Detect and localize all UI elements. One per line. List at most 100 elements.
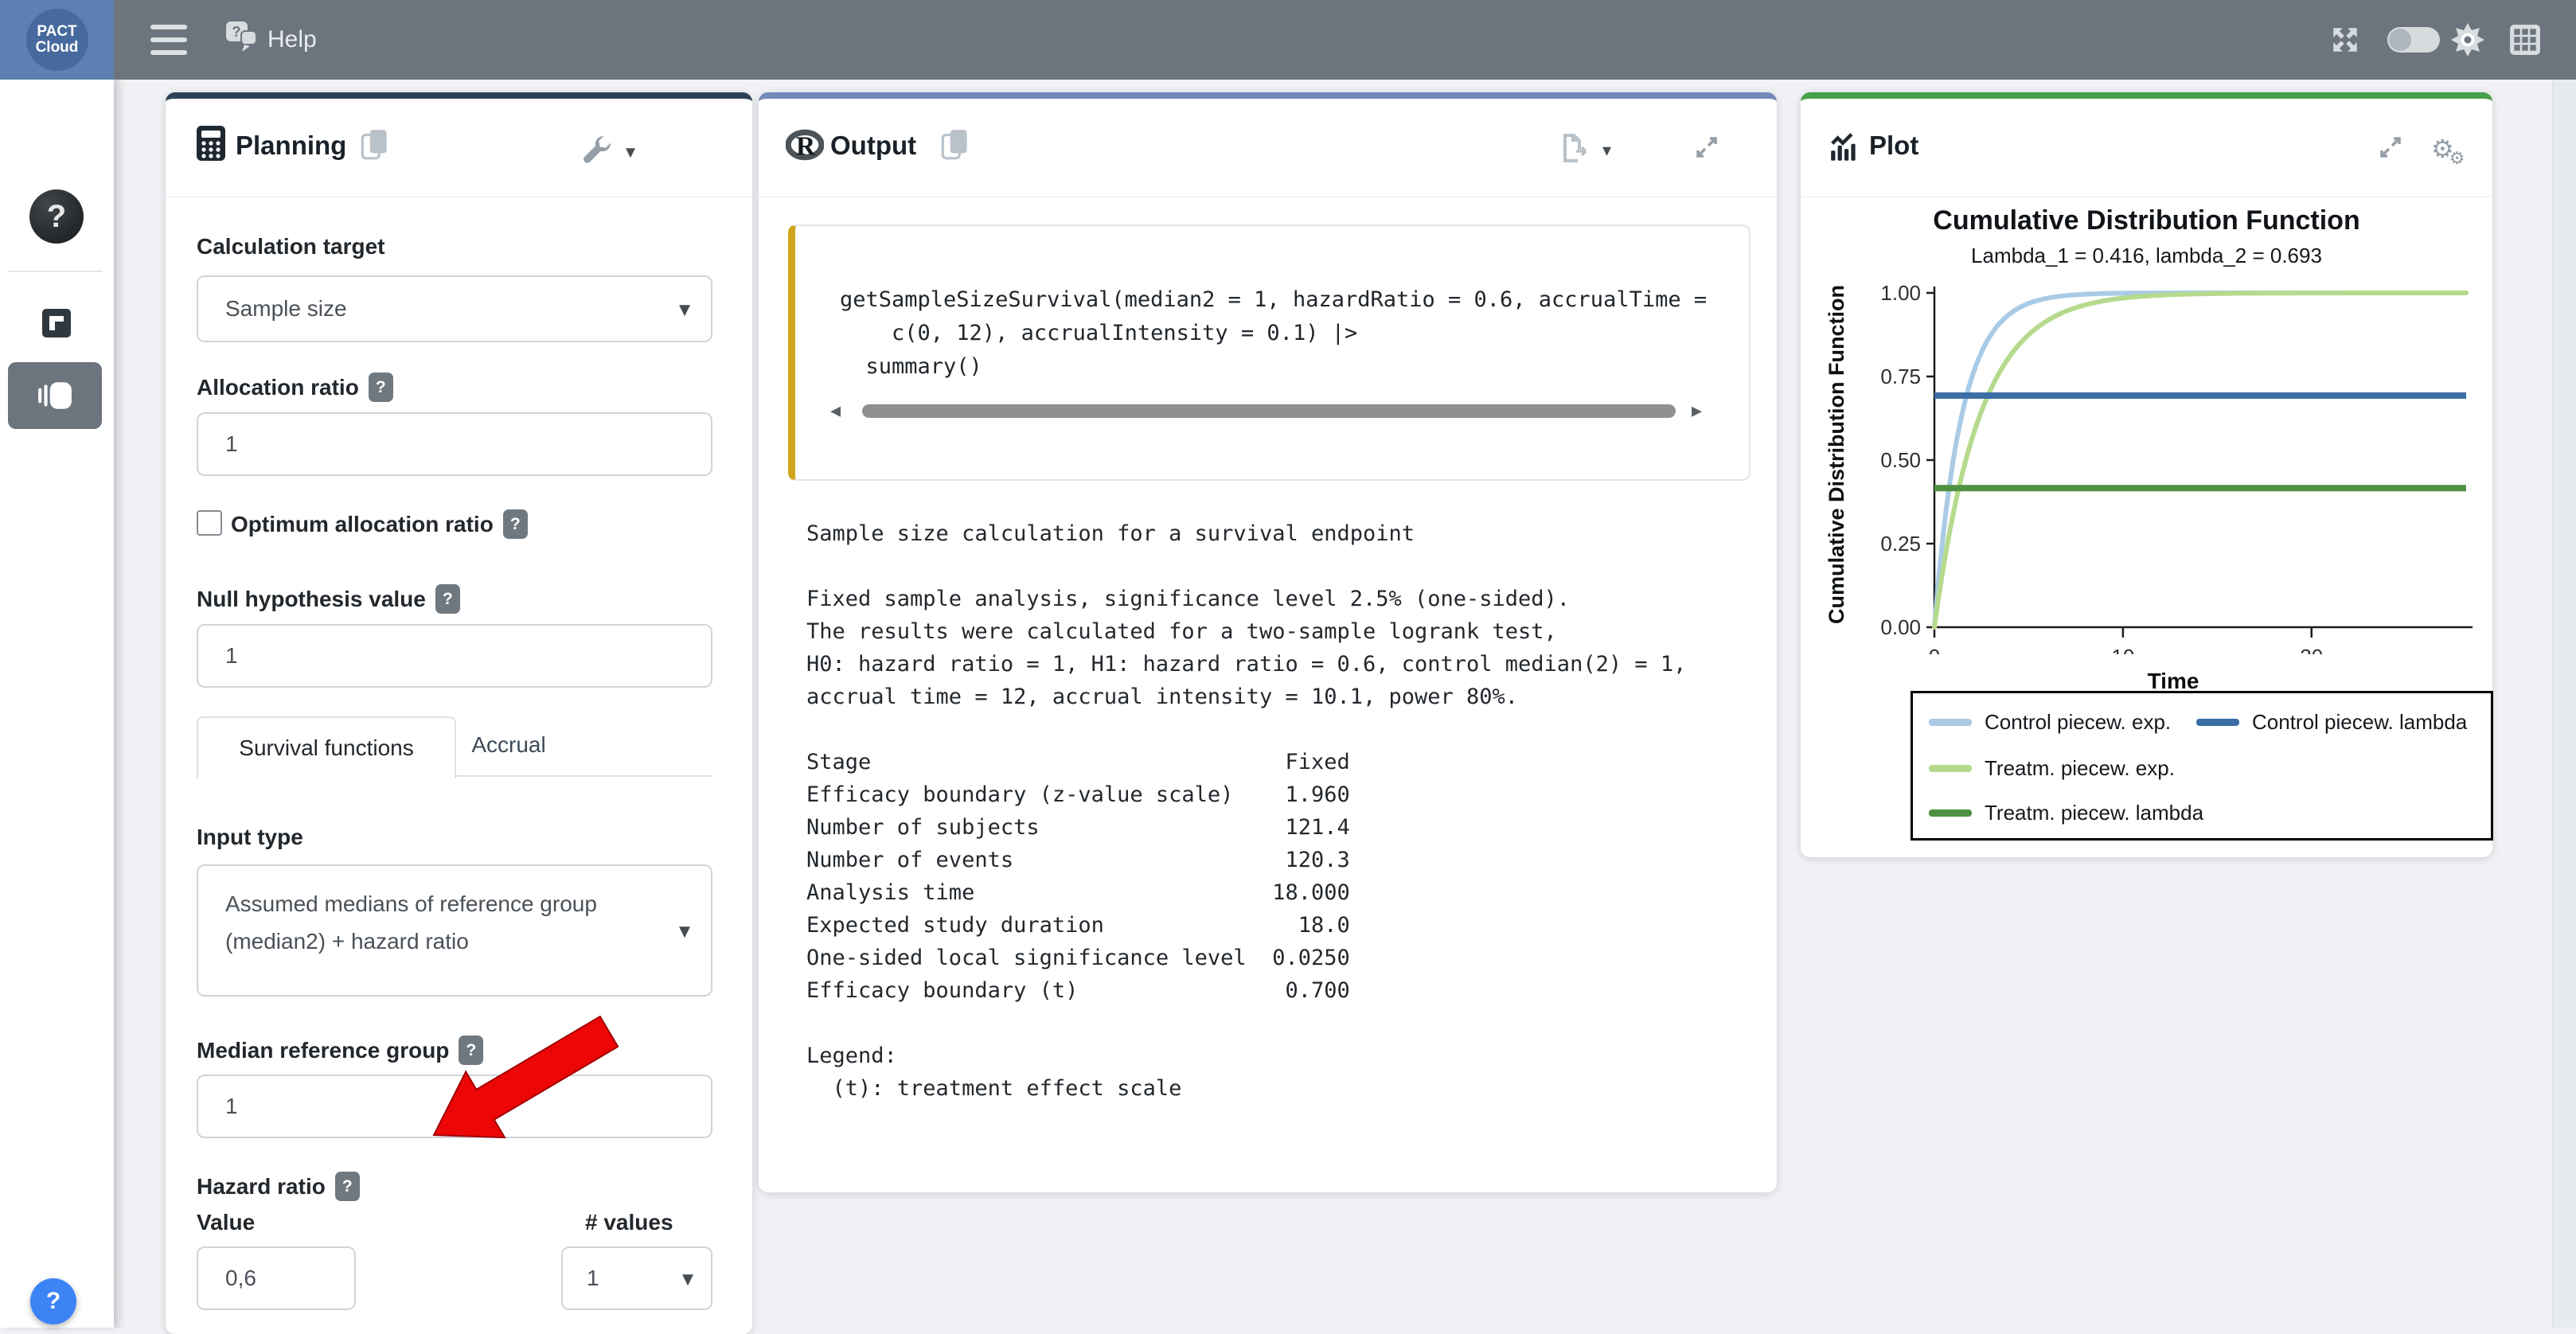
num-values-select[interactable]: 1 ▾ (561, 1246, 712, 1310)
calculator-icon (196, 124, 226, 166)
brand-logo[interactable]: PACT Cloud (0, 0, 114, 80)
num-values-value: 1 (587, 1262, 599, 1294)
svg-text:0.50: 0.50 (1880, 448, 1921, 472)
scroll-right-arrow[interactable]: ▸ (1692, 398, 1702, 423)
brand-line1: PACT (37, 24, 76, 40)
export-button[interactable]: ▾ (1559, 132, 1590, 168)
sidebar-item-planning-active[interactable] (8, 362, 102, 429)
dark-mode-toggle[interactable] (2385, 0, 2442, 80)
chart-subtitle: Lambda_1 = 0.416, lambda_2 = 0.693 (1801, 244, 2492, 268)
panel-columns-icon (37, 380, 73, 411)
help-bubble-glyph: ? (46, 1288, 60, 1315)
planning-card-header: Planning ▾ (166, 99, 752, 197)
calculation-target-label: Calculation target (197, 234, 384, 259)
output-title: Output (830, 131, 916, 161)
chart-icon (1828, 131, 1861, 168)
r-logo-icon: R (786, 129, 824, 166)
allocation-ratio-input[interactable] (197, 412, 712, 476)
svg-text:R: R (796, 131, 816, 161)
copy-icon (360, 127, 390, 162)
sidebar-item-designs[interactable] (42, 309, 71, 337)
expand-icon (2375, 132, 2406, 162)
flip-step-icon (42, 309, 71, 337)
svg-text:?: ? (232, 24, 241, 40)
expand-output-button[interactable] (1692, 132, 1722, 166)
help-bubble-button[interactable]: ? (30, 1278, 76, 1324)
horizontal-scrollbar-thumb[interactable] (862, 404, 1676, 418)
plot-title: Plot (1869, 131, 1918, 161)
hazard-value-label: Value (197, 1210, 255, 1235)
null-hypothesis-help-icon[interactable]: ? (435, 584, 460, 614)
hamburger-menu-icon[interactable] (145, 0, 193, 80)
copy-icon (940, 127, 970, 162)
allocation-ratio-label: Allocation ratio ? (197, 373, 393, 402)
scroll-left-arrow[interactable]: ◂ (830, 398, 841, 423)
legend-swatch-control-exp (1929, 719, 1972, 726)
apps-grid-icon[interactable] (2501, 0, 2549, 80)
expand-plot-button[interactable] (2375, 132, 2406, 166)
fullscreen-button[interactable] (2321, 0, 2369, 80)
legend-label-control-lambda: Control piecew. lambda (2252, 710, 2467, 735)
red-pointer-arrow (422, 1016, 621, 1146)
planning-tabs: Survival functions Accrual (197, 716, 712, 777)
chevron-down-icon: ▾ (682, 1266, 693, 1292)
svg-text:0.25: 0.25 (1880, 532, 1921, 556)
svg-text:10: 10 (2111, 645, 2134, 654)
input-type-select[interactable]: Assumed medians of reference group (medi… (197, 864, 712, 997)
hazard-ratio-input[interactable] (197, 1246, 356, 1310)
legend-label-treatm-lambda: Treatm. piecew. lambda (1985, 801, 2203, 825)
expand-arrows-icon (2328, 23, 2362, 57)
planning-title: Planning (236, 131, 346, 161)
output-card: R Output ▾ getSampleSizeSurvival( (759, 92, 1777, 1192)
svg-text:0: 0 (1929, 645, 1940, 654)
calculation-target-select[interactable]: Sample size ▾ (197, 275, 712, 342)
user-avatar[interactable]: ? (29, 189, 84, 244)
tab-accrual[interactable]: Accrual (453, 716, 564, 774)
copy-output-button[interactable] (940, 127, 970, 166)
export-caret-icon: ▾ (1602, 140, 1611, 161)
rpact-cloud-logo-icon: PACT Cloud (26, 9, 88, 71)
settings-wrench-button[interactable]: ▾ (581, 134, 613, 170)
optimum-allocation-help-icon[interactable]: ? (503, 509, 528, 539)
sidebar: ? (0, 80, 114, 1328)
copy-code-button[interactable] (360, 127, 390, 166)
result-text: Sample size calculation for a survival e… (806, 517, 1686, 1105)
plot-settings-button[interactable]: ⚙⚙ (2431, 134, 2469, 164)
cdf-chart: 0.000.250.500.751.0001020 (1871, 280, 2476, 654)
tab-survival-functions[interactable]: Survival functions (197, 716, 456, 778)
r-code-block: getSampleSizeSurvival(median2 = 1, hazar… (788, 224, 1751, 481)
hazard-ratio-label: Hazard ratio ? (197, 1172, 360, 1201)
chart-title: Cumulative Distribution Function (1801, 205, 2492, 236)
planning-card: Planning ▾ Calculation target Sample siz… (166, 92, 752, 1334)
help-bubbles-icon: ? (224, 20, 260, 60)
svg-text:0.00: 0.00 (1880, 615, 1921, 639)
allocation-ratio-help-icon[interactable]: ? (369, 373, 393, 402)
legend-swatch-treatm-lambda (1929, 809, 1972, 817)
legend-item: Control piecew. lambda (2196, 706, 2467, 738)
legend-item: Treatm. piecew. lambda (1929, 797, 2203, 829)
hazard-ratio-help-icon[interactable]: ? (335, 1172, 360, 1201)
input-type-label: Input type (197, 825, 303, 850)
help-menu[interactable]: ? Help (224, 0, 317, 80)
optimum-allocation-checkbox[interactable] (197, 510, 222, 536)
page-scrollbar[interactable] (2552, 80, 2576, 1328)
help-menu-label: Help (267, 26, 317, 53)
topbar: PACT Cloud ? Help (0, 0, 2576, 80)
legend-label-treatm-exp: Treatm. piecew. exp. (1985, 756, 2175, 781)
legend-label-control-exp: Control piecew. exp. (1985, 710, 2171, 735)
r-code-text: getSampleSizeSurvival(median2 = 1, hazar… (840, 283, 1707, 384)
chart-xlabel: Time (1871, 669, 2476, 694)
chevron-down-icon: ▾ (679, 918, 690, 944)
sidebar-divider (8, 271, 102, 272)
gear-small-icon: ⚙ (2449, 148, 2465, 168)
wrench-icon (581, 134, 613, 166)
theme-sun-icon[interactable] (2445, 0, 2490, 80)
plot-card: Plot ⚙⚙ Cumulative Distribution Function… (1801, 92, 2492, 857)
legend-swatch-treatm-exp (1929, 765, 1972, 772)
sidebar-scrollbar[interactable] (114, 80, 127, 1328)
avatar-question-glyph: ? (47, 199, 66, 235)
calculation-target-value: Sample size (225, 293, 347, 325)
null-hypothesis-input[interactable] (197, 624, 712, 688)
optimum-allocation-label: Optimum allocation ratio ? (231, 509, 528, 539)
chevron-down-icon: ▾ (679, 296, 690, 322)
